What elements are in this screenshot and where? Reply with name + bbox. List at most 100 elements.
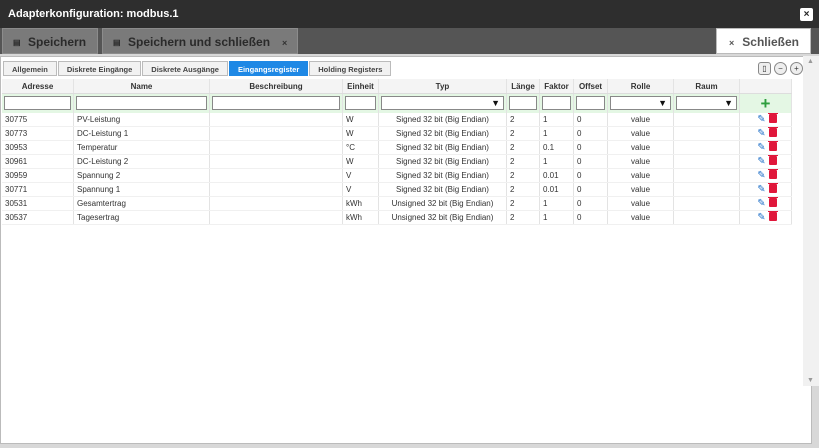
cell-offset[interactable]: 0 bbox=[574, 155, 608, 168]
pencil-icon[interactable]: ✎ bbox=[757, 197, 765, 210]
cell-role[interactable]: value bbox=[608, 155, 674, 168]
cell-role[interactable]: value bbox=[608, 127, 674, 140]
cell-description[interactable] bbox=[210, 169, 343, 182]
cell-name[interactable]: Gesamtertrag bbox=[74, 197, 210, 210]
cell-room[interactable] bbox=[674, 197, 740, 210]
cell-type[interactable]: Signed 32 bit (Big Endian) bbox=[379, 141, 507, 154]
cell-description[interactable] bbox=[210, 211, 343, 224]
cell-factor[interactable]: 1 bbox=[540, 211, 574, 224]
cell-offset[interactable]: 0 bbox=[574, 113, 608, 126]
filter-select-role[interactable]: ▼ bbox=[610, 96, 671, 110]
cell-name[interactable]: Temperatur bbox=[74, 141, 210, 154]
header-cell[interactable]: Länge bbox=[507, 79, 540, 93]
cell-address[interactable]: 30771 bbox=[2, 183, 74, 196]
filter-input-name[interactable] bbox=[76, 96, 207, 110]
header-cell[interactable]: Offset bbox=[574, 79, 608, 93]
cell-offset[interactable]: 0 bbox=[574, 127, 608, 140]
cell-factor[interactable]: 1 bbox=[540, 127, 574, 140]
cell-unit[interactable]: W bbox=[343, 127, 379, 140]
cell-offset[interactable]: 0 bbox=[574, 211, 608, 224]
cell-length[interactable]: 2 bbox=[507, 113, 540, 126]
pencil-icon[interactable]: ✎ bbox=[757, 127, 765, 140]
cell-name[interactable]: Tagesertrag bbox=[74, 211, 210, 224]
cell-role[interactable]: value bbox=[608, 197, 674, 210]
pencil-icon[interactable]: ✎ bbox=[757, 183, 765, 196]
pencil-icon[interactable]: ✎ bbox=[757, 141, 765, 154]
header-cell[interactable]: Name bbox=[74, 79, 210, 93]
cell-offset[interactable]: 0 bbox=[574, 197, 608, 210]
header-cell[interactable]: Beschreibung bbox=[210, 79, 343, 93]
tab-eingangsregister[interactable]: Eingangsregister bbox=[228, 61, 309, 76]
cell-address[interactable]: 30961 bbox=[2, 155, 74, 168]
cell-type[interactable]: Signed 32 bit (Big Endian) bbox=[379, 113, 507, 126]
cell-unit[interactable]: kWh bbox=[343, 211, 379, 224]
pencil-icon[interactable]: ✎ bbox=[757, 113, 765, 126]
cell-address[interactable]: 30773 bbox=[2, 127, 74, 140]
cell-length[interactable]: 2 bbox=[507, 155, 540, 168]
cell-unit[interactable]: kWh bbox=[343, 197, 379, 210]
cell-description[interactable] bbox=[210, 113, 343, 126]
close-button[interactable]: × Schließen bbox=[716, 28, 811, 54]
cell-length[interactable]: 2 bbox=[507, 141, 540, 154]
cell-role[interactable]: value bbox=[608, 113, 674, 126]
cell-name[interactable]: PV-Leistung bbox=[74, 113, 210, 126]
filter-input-offset[interactable] bbox=[576, 96, 605, 110]
cell-role[interactable]: value bbox=[608, 169, 674, 182]
scroll-down-icon[interactable]: ▼ bbox=[807, 377, 814, 384]
header-cell[interactable]: Faktor bbox=[540, 79, 574, 93]
cell-type[interactable]: Signed 32 bit (Big Endian) bbox=[379, 183, 507, 196]
cell-offset[interactable]: 0 bbox=[574, 141, 608, 154]
cell-address[interactable]: 30537 bbox=[2, 211, 74, 224]
header-cell[interactable]: Adresse bbox=[2, 79, 74, 93]
cell-length[interactable]: 2 bbox=[507, 127, 540, 140]
cell-address[interactable]: 30531 bbox=[2, 197, 74, 210]
cell-unit[interactable]: °C bbox=[343, 141, 379, 154]
cell-address[interactable]: 30775 bbox=[2, 113, 74, 126]
filter-input-length[interactable] bbox=[509, 96, 537, 110]
filter-input-description[interactable] bbox=[212, 96, 340, 110]
cell-unit[interactable]: V bbox=[343, 183, 379, 196]
cell-room[interactable] bbox=[674, 211, 740, 224]
cell-factor[interactable]: 1 bbox=[540, 155, 574, 168]
trash-icon[interactable] bbox=[767, 141, 778, 151]
trash-icon[interactable] bbox=[767, 169, 778, 179]
filter-input-unit[interactable] bbox=[345, 96, 376, 110]
cell-description[interactable] bbox=[210, 183, 343, 196]
filter-select-room[interactable]: ▼ bbox=[676, 96, 737, 110]
cell-room[interactable] bbox=[674, 127, 740, 140]
cell-type[interactable]: Unsigned 32 bit (Big Endian) bbox=[379, 197, 507, 210]
pencil-icon[interactable]: ✎ bbox=[757, 169, 765, 182]
tab-diskrete-ausgaenge[interactable]: Diskrete Ausgänge bbox=[142, 61, 228, 76]
cell-description[interactable] bbox=[210, 141, 343, 154]
expand-button[interactable]: + bbox=[790, 62, 803, 75]
trash-icon[interactable] bbox=[767, 183, 778, 193]
cell-role[interactable]: value bbox=[608, 141, 674, 154]
cell-room[interactable] bbox=[674, 113, 740, 126]
cell-name[interactable]: DC-Leistung 1 bbox=[74, 127, 210, 140]
add-row-button[interactable]: + bbox=[742, 95, 789, 112]
cell-name[interactable]: DC-Leistung 2 bbox=[74, 155, 210, 168]
cell-room[interactable] bbox=[674, 141, 740, 154]
trash-icon[interactable] bbox=[767, 197, 778, 207]
cell-role[interactable]: value bbox=[608, 183, 674, 196]
cell-length[interactable]: 2 bbox=[507, 211, 540, 224]
tab-diskrete-eingaenge[interactable]: Diskrete Eingänge bbox=[57, 61, 142, 76]
cell-type[interactable]: Signed 32 bit (Big Endian) bbox=[379, 155, 507, 168]
header-cell[interactable]: Typ bbox=[379, 79, 507, 93]
cell-unit[interactable]: W bbox=[343, 155, 379, 168]
cell-room[interactable] bbox=[674, 183, 740, 196]
cell-offset[interactable]: 0 bbox=[574, 169, 608, 182]
header-cell[interactable]: Einheit bbox=[343, 79, 379, 93]
cell-offset[interactable]: 0 bbox=[574, 183, 608, 196]
cell-length[interactable]: 2 bbox=[507, 169, 540, 182]
cell-room[interactable] bbox=[674, 155, 740, 168]
trash-icon[interactable] bbox=[767, 113, 778, 123]
cell-unit[interactable]: W bbox=[343, 113, 379, 126]
save-and-close-button[interactable]: ▤ Speichern und schließen × bbox=[102, 28, 298, 54]
pencil-icon[interactable]: ✎ bbox=[757, 155, 765, 168]
cell-length[interactable]: 2 bbox=[507, 183, 540, 196]
scroll-up-icon[interactable]: ▲ bbox=[807, 58, 814, 65]
filter-input-address[interactable] bbox=[4, 96, 71, 110]
cell-address[interactable]: 30959 bbox=[2, 169, 74, 182]
cell-address[interactable]: 30953 bbox=[2, 141, 74, 154]
